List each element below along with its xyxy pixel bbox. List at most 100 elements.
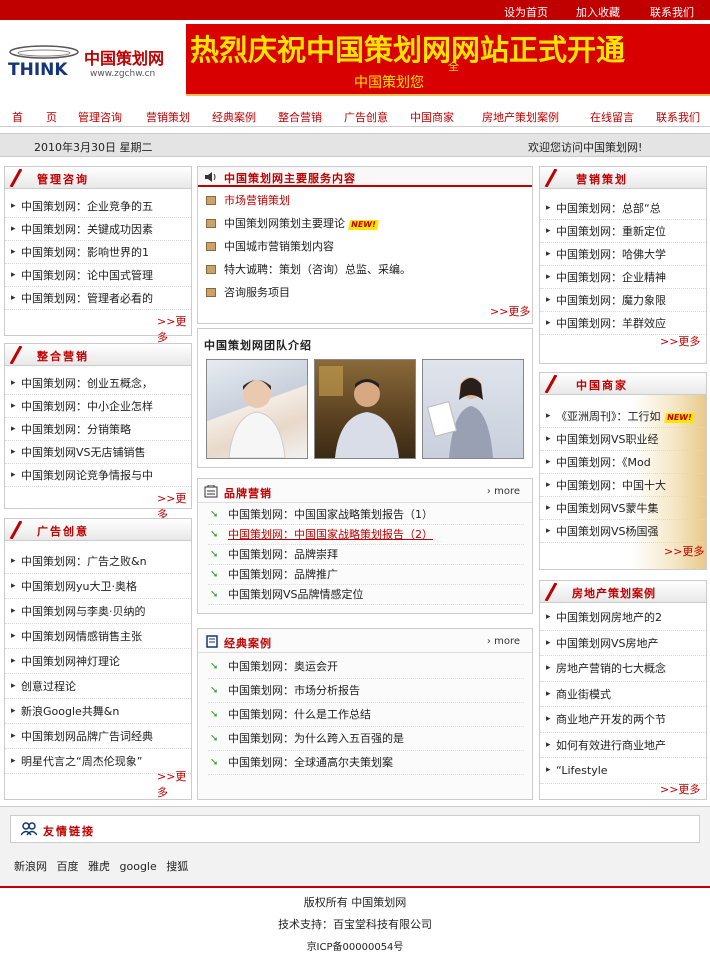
panel-brand: 品牌营销 › more ➘ 中国策划网：中国国家战略策划报告（1） ➘ 中国策划网：…	[197, 478, 533, 614]
team-photo-1	[206, 359, 308, 459]
list-item[interactable]: 《亚洲周刊》：工行如NEW!	[540, 405, 706, 428]
panel-list: 中国策划网：总部“总 中国策划网：重新定位 中国策划网：哈佛大学 中国策划网：企…	[540, 197, 706, 335]
nav-item-shangjia[interactable]: 中国商家	[410, 109, 454, 125]
panel-title: 营销策划	[576, 173, 628, 186]
list-item[interactable]: 中国策划网情感销售主张	[5, 624, 191, 649]
more-link[interactable]: >>更多	[157, 768, 191, 800]
nav-item-liuyan[interactable]: 在线留言	[590, 109, 634, 125]
list-item[interactable]: 中国策划网VS无店铺销售	[5, 441, 191, 464]
list-item[interactable]: 中国策划网：关键成功因素	[5, 218, 191, 241]
list-item[interactable]: 中国策划网神灯理论	[5, 649, 191, 674]
more-button[interactable]: › more	[487, 636, 520, 647]
nav-item-guanggao[interactable]: 广告创意	[344, 109, 388, 125]
list-item[interactable]: 中国策划网：广告之败&n	[5, 549, 191, 574]
nav-item-jingdian[interactable]: 经典案例	[212, 109, 256, 125]
list-item[interactable]: 中国策划网：魔力象限	[540, 289, 706, 312]
list-item[interactable]: ➘ 中国策划网：品牌推广	[208, 565, 524, 585]
list-item[interactable]: 中国策划网：中国十大	[540, 474, 706, 497]
red-slash-icon	[9, 169, 23, 187]
list-item[interactable]: 中国策划网yu大卫·奥格	[5, 574, 191, 599]
list-item[interactable]: 中国策划网：中小企业怎样	[5, 395, 191, 418]
list-item[interactable]: 中国策划网：企业精神	[540, 266, 706, 289]
list-item[interactable]: 商业地产开发的两个节	[540, 707, 706, 733]
list-item[interactable]: 商业街模式	[540, 682, 706, 707]
list-item[interactable]: 中国策划网：《Mod	[540, 451, 706, 474]
list-item[interactable]: ➘ 中国策划网：什么是工作总结	[208, 703, 524, 727]
contact-link[interactable]: 联系我们	[650, 4, 694, 20]
set-homepage-link[interactable]: 设为首页	[504, 4, 548, 20]
list-item[interactable]: 中国策划网：总部“总	[540, 197, 706, 220]
friend-link[interactable]: 新浪网	[14, 860, 47, 873]
footer-support: 技术支持：百宝堂科技有限公司	[278, 918, 432, 931]
list-item[interactable]: 中国策划网：影响世界的1	[5, 241, 191, 264]
panel-guanli: 管理咨询 中国策划网：企业竞争的五 中国策划网：关键成功因素 中国策划网：影响世…	[4, 166, 192, 344]
logo-swoosh-icon	[9, 45, 79, 59]
panel-header: 中国商家	[540, 373, 706, 395]
list-item[interactable]: ➘ 中国策划网：为什么跨入五百强的是	[208, 727, 524, 751]
friend-link[interactable]: google	[120, 860, 157, 873]
person-image-icon	[319, 366, 399, 458]
list-item[interactable]: 中国策划网VS职业经	[540, 428, 706, 451]
logo-brand: THINK	[8, 60, 68, 80]
more-link[interactable]: >>更多	[664, 543, 704, 559]
footer: 版权所有 中国策划网 技术支持：百宝堂科技有限公司 京ICP备00000054号	[0, 886, 710, 959]
list-item[interactable]: 中国策划网VS房地产	[540, 631, 706, 656]
list-item[interactable]: 新浪Google共舞&n	[5, 699, 191, 724]
list-item[interactable]: 房地产营销的七大概念	[540, 656, 706, 682]
service-list: 市场营销策划 中国策划网策划主要理论 NEW! 中国城市营销策划内容 特大诚聘：策…	[204, 189, 524, 304]
nav-item-contact[interactable]: 联系我们	[656, 109, 700, 125]
list-item[interactable]: 如何有效进行商业地产	[540, 733, 706, 758]
more-link[interactable]: >>更多	[490, 303, 530, 319]
more-link[interactable]: >>更多	[157, 313, 191, 345]
list-item[interactable]: 中国城市营销策划内容	[204, 235, 524, 258]
friend-link[interactable]: 百度	[57, 860, 79, 873]
more-button[interactable]: › more	[487, 486, 520, 497]
nav-item-guanli[interactable]: 管理咨询	[78, 109, 122, 125]
list-item[interactable]: ➘ 中国策划网：市场分析报告	[208, 679, 524, 703]
list-item[interactable]: ➘ 中国策划网：品牌崇拜	[208, 545, 524, 565]
list-item[interactable]: ➘ 中国策划网：全球通高尔夫策划案	[208, 751, 524, 775]
more-link[interactable]: >>更多	[660, 781, 700, 797]
panel-list: 中国策划网：广告之败&n 中国策划网yu大卫·奥格 中国策划网与李奥·贝纳的 中…	[5, 549, 191, 774]
list-item[interactable]: ➘ 中国策划网：奥运会开	[208, 655, 524, 679]
arrow-icon: ➘	[210, 709, 219, 720]
list-item[interactable]: 中国策划网房地产的2	[540, 605, 706, 631]
friend-link[interactable]: 雅虎	[88, 860, 110, 873]
panel-header: 房地产策划案例	[540, 581, 706, 603]
nav-item-home-2[interactable]: 页	[46, 109, 57, 125]
list-item[interactable]: 中国策划网：重新定位	[540, 220, 706, 243]
add-favorite-link[interactable]: 加入收藏	[576, 4, 620, 20]
more-link[interactable]: >>更多	[660, 333, 700, 349]
friend-link[interactable]: 搜狐	[166, 860, 188, 873]
list-item[interactable]: 中国策划网VS杨国强	[540, 520, 706, 543]
logo-name: 中国策划网	[84, 49, 165, 68]
list-item[interactable]: ➘ 中国策划网：中国国家战略策划报告（2）	[208, 525, 524, 545]
list-item[interactable]: 创意过程论	[5, 674, 191, 699]
list-item[interactable]: 中国策划网论竞争情报与中	[5, 464, 191, 487]
footer-icp[interactable]: 京ICP备00000054号	[0, 938, 710, 953]
list-item[interactable]: ➘ 中国策划网：中国国家战略策划报告（1）	[208, 505, 524, 525]
nav-item-home-1[interactable]: 首	[12, 109, 23, 125]
list-item[interactable]: 中国策划网VS蒙牛集	[540, 497, 706, 520]
list-item[interactable]: 中国策划网：企业竞争的五	[5, 195, 191, 218]
nav-item-yingxiao[interactable]: 营销策划	[146, 109, 190, 125]
list-item[interactable]: 中国策划网：哈佛大学	[540, 243, 706, 266]
list-item[interactable]: 中国策划网策划主要理论 NEW!	[204, 212, 524, 235]
list-item[interactable]: 中国策划网品牌广告词经典	[5, 724, 191, 749]
nav-item-zhenghe[interactable]: 整合营销	[278, 109, 322, 125]
site-logo[interactable]: THINK 中国策划网 www.zgchw.cn	[6, 38, 186, 86]
list-item[interactable]: 咨询服务项目	[204, 281, 524, 304]
list-item[interactable]: 中国策划网：分销策略	[5, 418, 191, 441]
list-item[interactable]: 市场营销策划	[204, 189, 524, 212]
list-item[interactable]: 中国策划网与李奥·贝纳的	[5, 599, 191, 624]
list-item[interactable]: ➘ 中国策划网VS品牌情感定位	[208, 585, 524, 605]
list-item[interactable]: 中国策划网：管理者必看的	[5, 287, 191, 310]
list-item[interactable]: 中国策划网：论中国式管理	[5, 264, 191, 287]
panel-title: 品牌营销	[224, 487, 272, 500]
list-item[interactable]: “Lifestyle	[540, 758, 706, 784]
list-item[interactable]: 中国策划网：创业五概念，	[5, 372, 191, 395]
list-item[interactable]: 中国策划网：羊群效应	[540, 312, 706, 335]
nav-item-fangdichan[interactable]: 房地产策划案例	[482, 109, 559, 125]
red-slash-icon	[9, 521, 23, 539]
list-item[interactable]: 特大诚聘：策划（咨询）总监、采编。	[204, 258, 524, 281]
